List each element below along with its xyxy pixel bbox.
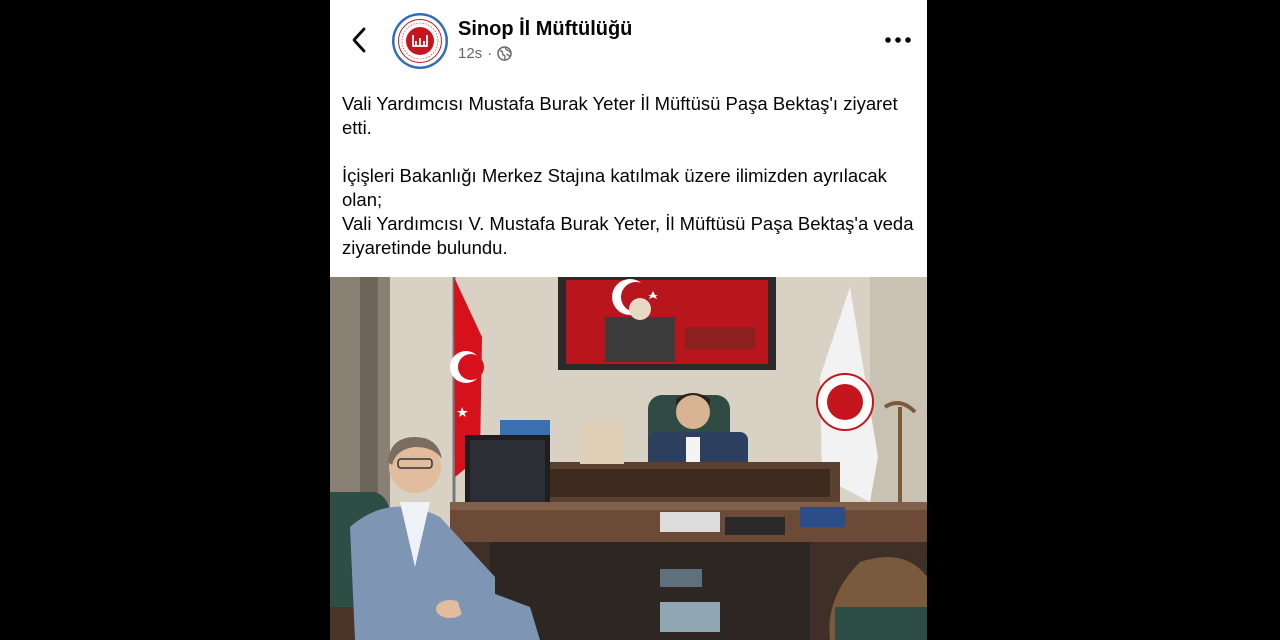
post-photo[interactable] [330, 277, 927, 640]
back-button[interactable] [344, 22, 374, 58]
diyanet-logo [392, 13, 448, 69]
post-paragraph: Vali Yardımcısı V. Mustafa Burak Yeter, … [342, 213, 914, 258]
more-dots-icon [885, 37, 911, 43]
chevron-left-icon [352, 27, 366, 53]
globe-icon [497, 46, 512, 61]
office-visit-photo [330, 277, 927, 640]
more-options-button[interactable] [878, 26, 918, 54]
post-text: Vali Yardımcısı Mustafa Burak Yeter İl M… [342, 92, 917, 284]
post-header: Sinop İl Müftülüğü 12s · [330, 0, 927, 80]
facebook-post: Sinop İl Müftülüğü 12s · Vali Yardımcısı… [330, 0, 927, 640]
post-time[interactable]: 12s [458, 45, 482, 62]
post-paragraph: Vali Yardımcısı Mustafa Burak Yeter İl M… [342, 93, 898, 138]
page-name[interactable]: Sinop İl Müftülüğü [458, 18, 632, 41]
page-avatar[interactable] [392, 13, 448, 69]
post-meta: 12s · [458, 45, 512, 62]
post-paragraph: İçişleri Bakanlığı Merkez Stajına katılm… [342, 165, 887, 210]
meta-separator: · [487, 45, 493, 62]
